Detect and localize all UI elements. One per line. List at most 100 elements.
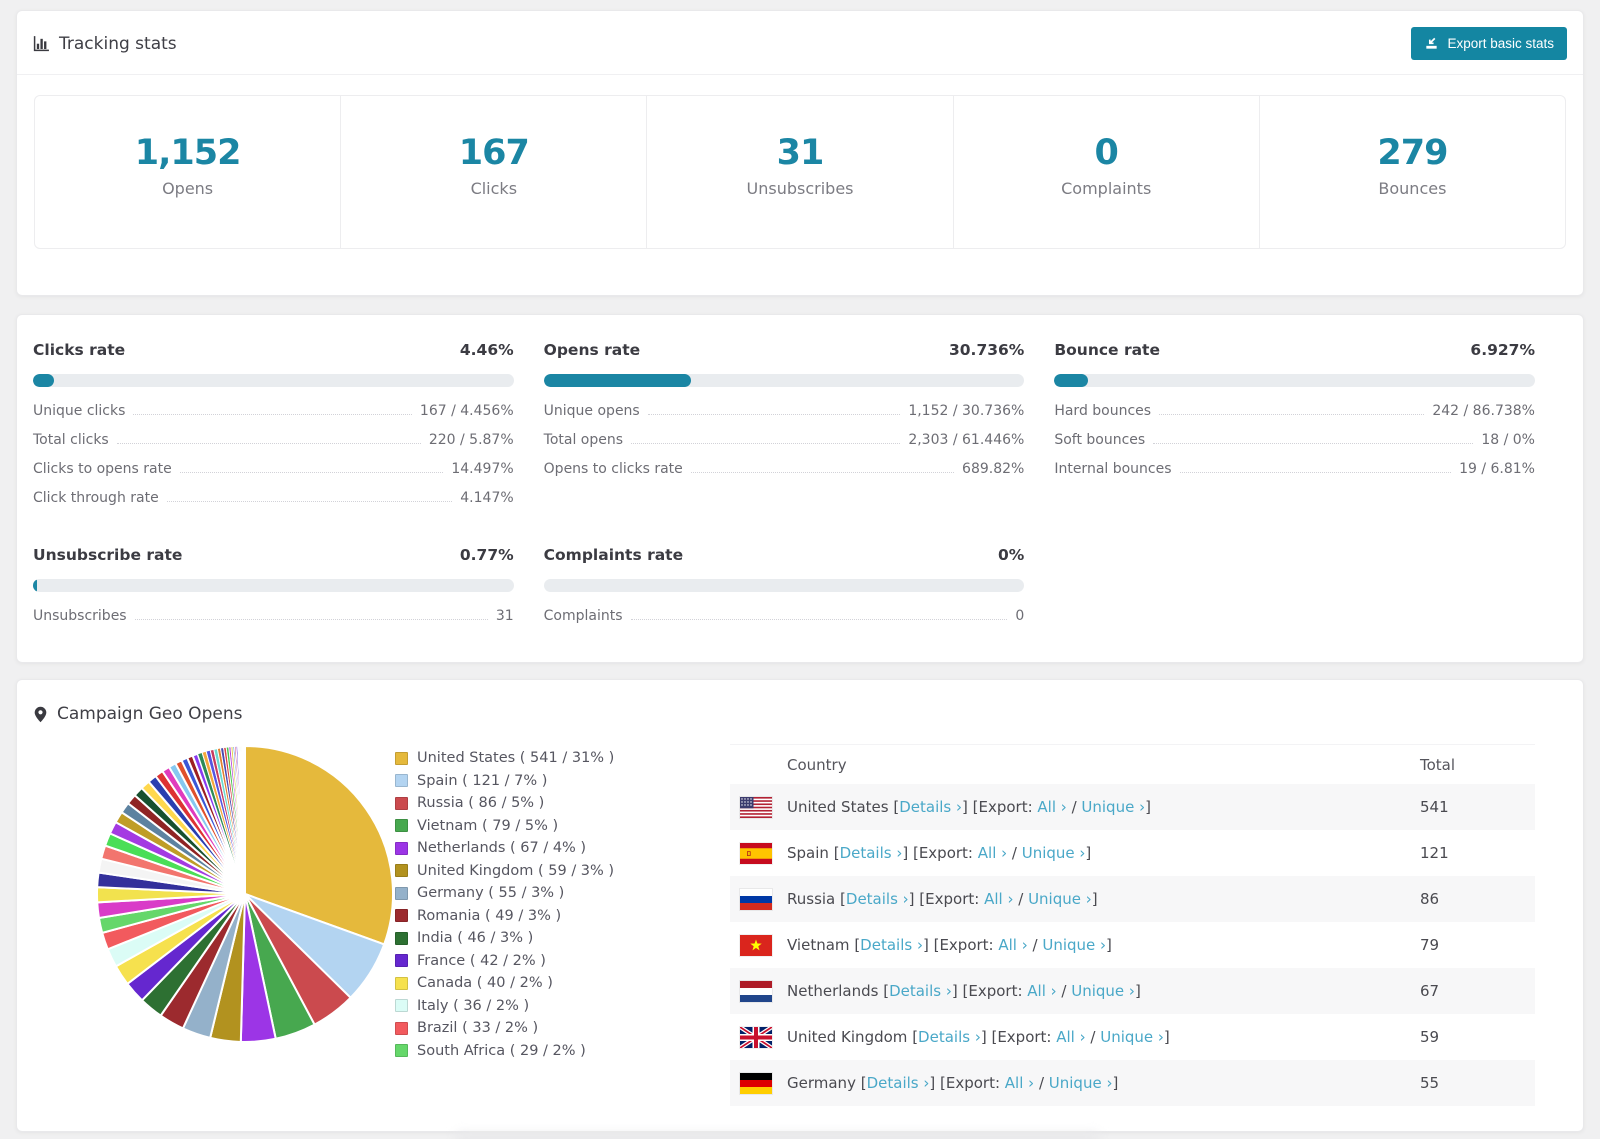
export-unique-link[interactable]: Unique › [1100,1028,1164,1046]
details-link[interactable]: Details › [867,1074,930,1092]
legend-label: Germany ( 55 / 3% ) [417,885,565,901]
legend-color-swatch [395,774,408,787]
legend-item: Italy ( 36 / 2% ) [395,998,730,1014]
country-name: Spain [787,844,829,862]
details-link[interactable]: Details › [846,890,909,908]
tracking-stats-header: Tracking stats Export basic stats [17,11,1583,75]
details-link[interactable]: Details › [860,936,923,954]
export-all-link[interactable]: All › [998,936,1027,954]
country-column-header: Country [787,755,847,774]
export-all-link[interactable]: All › [1037,798,1066,816]
rate-panel-unsubscribe-rate: Unsubscribe rate 0.77% Unsubscribes 31 [33,546,514,624]
tracking-stats-title: Tracking stats [33,34,177,54]
rate-progress-fill [1054,374,1088,387]
stat-cell-bounces: 279 Bounces [1258,96,1565,248]
country-total: 79 [1420,936,1440,954]
rate-detail-row: Total opens 2,303 / 61.446% [544,432,1025,448]
country-name: Netherlands [787,982,879,1000]
ru-flag-icon [740,888,772,910]
stat-value: 0 [1094,133,1119,173]
tracking-stats-card: Tracking stats Export basic stats 1,152 … [16,10,1584,296]
dotted-leader [133,414,412,415]
export-all-link[interactable]: All › [1005,1074,1034,1092]
dotted-leader [1179,472,1452,473]
rate-detail-row: Click through rate 4.147% [33,490,514,506]
export-all-link[interactable]: All › [1056,1028,1085,1046]
rate-detail-label: Unique opens [543,403,640,419]
dotted-leader [690,472,955,473]
stat-cell-clicks: 167 Clicks [340,96,646,248]
legend-color-swatch [395,819,408,832]
rate-panel-clicks-rate: Clicks rate 4.46% Unique clicks 167 / 4.… [33,341,514,506]
legend-label: Canada ( 40 / 2% ) [417,975,553,991]
rate-detail-value: 220 / 5.87% [428,432,514,448]
rate-detail-value: 19 / 6.81% [1459,461,1535,477]
rate-detail-label: Total clicks [33,432,109,448]
legend-label: Russia ( 86 / 5% ) [417,795,545,811]
legend-label: India ( 46 / 3% ) [417,930,534,946]
geo-title: Campaign Geo Opens [33,704,1567,724]
export-basic-stats-button[interactable]: Export basic stats [1411,27,1567,60]
rate-detail-label: Complaints [543,608,623,624]
table-row-de: Germany [Details ›] [Export: All › / Uni… [730,1060,1535,1106]
stat-cell-complaints: 0 Complaints [952,96,1259,248]
rate-detail-value: 689.82% [962,461,1025,477]
legend-label: Vietnam ( 79 / 5% ) [417,817,559,834]
rate-title-value: 6.927% [1470,341,1535,359]
legend-color-swatch [395,1021,408,1035]
de-flag-icon [740,1072,772,1094]
dotted-leader [630,619,1008,620]
dotted-leader [647,414,901,415]
export-all-link[interactable]: All › [978,844,1007,862]
export-all-link[interactable]: All › [984,890,1013,908]
legend-item: Netherlands ( 67 / 4% ) [395,840,730,856]
rate-detail-label: Clicks to opens rate [33,461,172,477]
rates-grid: Clicks rate 4.46% Unique clicks 167 / 4.… [33,341,1535,624]
legend-color-swatch [395,886,408,900]
export-all-link[interactable]: All › [1027,982,1056,1000]
legend-color-swatch [395,796,408,810]
rate-detail-label: Soft bounces [1054,432,1146,448]
dotted-leader [1159,414,1425,415]
export-unique-link[interactable]: Unique › [1028,890,1092,908]
details-link[interactable]: Details › [918,1028,981,1046]
legend-label: South Africa ( 29 / 2% ) [417,1042,586,1059]
details-link[interactable]: Details › [899,798,962,816]
export-unique-link[interactable]: Unique › [1071,982,1135,1000]
details-link[interactable]: Details › [840,844,903,862]
bottom-peek-strip [455,1133,1100,1139]
legend-item: Germany ( 55 / 3% ) [395,885,730,901]
rate-detail-label: Opens to clicks rate [543,461,683,477]
export-unique-link[interactable]: Unique › [1081,798,1145,816]
table-row-nl: Netherlands [Details ›] [Export: All › /… [730,968,1535,1014]
rate-progress-track [33,579,514,592]
stat-cell-unsubscribes: 31 Unsubscribes [646,96,952,248]
rate-title-value: 0.77% [459,546,514,564]
table-row-ru: Russia [Details ›] [Export: All › / Uniq… [730,876,1535,922]
export-unique-link[interactable]: Unique › [1022,844,1086,862]
vn-flag-icon [740,934,772,956]
legend-item: France ( 42 / 2% ) [395,953,730,969]
export-button-label: Export basic stats [1447,36,1554,51]
rate-detail-label: Unsubscribes [33,608,127,624]
bar-chart-icon [33,35,50,52]
country-name: Vietnam [787,936,850,954]
export-unique-link[interactable]: Unique › [1049,1074,1113,1092]
country-total: 59 [1420,1028,1440,1046]
dotted-leader [1153,443,1474,444]
dotted-leader [179,472,444,473]
export-unique-link[interactable]: Unique › [1042,936,1106,954]
legend-item: Brazil ( 33 / 2% ) [395,1020,730,1036]
dotted-leader [116,443,421,444]
details-link[interactable]: Details › [889,982,952,1000]
legend-label: United Kingdom ( 59 / 3% ) [417,862,615,879]
legend-item: Vietnam ( 79 / 5% ) [395,818,730,834]
rate-detail-row: Unique opens 1,152 / 30.736% [544,403,1025,419]
campaign-geo-opens-card: Campaign Geo Opens United States ( 541 /… [16,679,1584,1132]
rate-panel-bounce-rate: Bounce rate 6.927% Hard bounces 242 / 86… [1054,341,1535,506]
rate-detail-value: 2,303 / 61.446% [908,432,1025,448]
legend-color-swatch [395,841,408,855]
legend-item: Romania ( 49 / 3% ) [395,908,730,924]
rate-detail-row: Unique clicks 167 / 4.456% [33,403,514,419]
legend-item: South Africa ( 29 / 2% ) [395,1043,730,1059]
